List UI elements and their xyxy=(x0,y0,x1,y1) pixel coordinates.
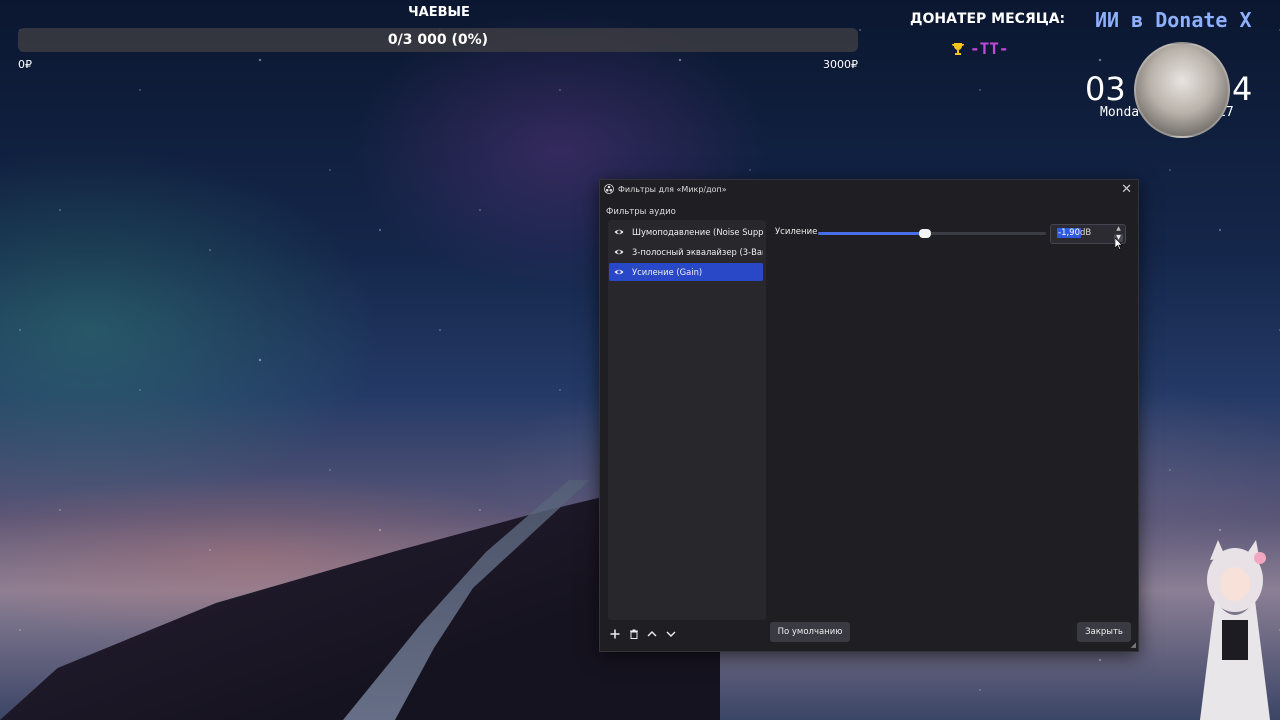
plus-icon xyxy=(610,629,620,639)
filter-label: Усиление (Gain) xyxy=(632,267,703,277)
streamer-avatar xyxy=(1134,42,1230,138)
resize-grip[interactable]: ◢ xyxy=(1131,641,1136,649)
filter-item-noise-suppression[interactable]: Шумоподавление (Noise Suppres xyxy=(609,223,763,241)
anime-girl-image xyxy=(1200,540,1270,720)
eye-icon[interactable] xyxy=(614,267,624,277)
gain-slider-fill xyxy=(818,232,926,235)
gain-unit: dB xyxy=(1080,228,1092,238)
clock-minutes-partial: 4 xyxy=(1232,70,1253,108)
eye-icon[interactable] xyxy=(614,227,624,237)
filter-label: Шумоподавление (Noise Suppres xyxy=(632,227,763,237)
gain-value[interactable]: -1,90 xyxy=(1057,228,1081,238)
filters-dialog: Фильтры для «Микр/доп» ✕ Фильтры аудио Ш… xyxy=(599,179,1139,652)
remove-filter-button[interactable] xyxy=(626,626,642,642)
chevron-up-icon xyxy=(647,631,657,637)
tips-min-label: 0₽ xyxy=(18,58,32,71)
donor-row: -TT- xyxy=(950,39,1009,58)
move-up-button[interactable] xyxy=(644,626,660,642)
trash-icon xyxy=(630,629,638,639)
filter-item-gain[interactable]: Усиление (Gain) xyxy=(609,263,763,281)
dialog-title: Фильтры для «Микр/доп» xyxy=(618,185,727,194)
tips-max-label: 3000₽ xyxy=(823,58,858,71)
mouse-cursor-icon xyxy=(1115,238,1123,250)
close-icon[interactable]: ✕ xyxy=(1121,182,1132,197)
add-filter-button[interactable] xyxy=(607,626,623,642)
audio-filters-label: Фильтры аудио xyxy=(606,207,676,217)
filter-list: Шумоподавление (Noise Suppres 3-полосный… xyxy=(608,220,766,620)
defaults-button[interactable]: По умолчанию xyxy=(770,622,850,642)
clock-hours: 03 xyxy=(1085,70,1126,108)
donor-name: -TT- xyxy=(970,39,1009,58)
gain-slider[interactable] xyxy=(818,229,1046,238)
donor-of-month-title: ДОНАТЕР МЕСЯЦА: xyxy=(910,11,1066,27)
gain-slider-handle[interactable] xyxy=(919,229,932,238)
tips-progress-text: 0/3 000 (0%) xyxy=(387,32,489,48)
trophy-icon xyxy=(952,42,964,55)
close-button[interactable]: Закрыть xyxy=(1077,622,1131,642)
tips-title: ЧАЕВЫЕ xyxy=(408,5,470,20)
chevron-down-icon xyxy=(666,631,676,637)
filter-label: 3-полосный эквалайзер (3-Band xyxy=(632,247,763,257)
dialog-titlebar[interactable]: Фильтры для «Микр/доп» ✕ xyxy=(600,180,1138,198)
obs-icon xyxy=(604,184,614,194)
gain-label: Усиление xyxy=(775,227,818,237)
eye-icon[interactable] xyxy=(614,247,624,257)
tips-progress-bar: 0/3 000 (0%) xyxy=(18,28,858,52)
filter-item-3band-eq[interactable]: 3-полосный эквалайзер (3-Band xyxy=(609,243,763,261)
brand-title: ИИ в Donate X xyxy=(1095,8,1252,32)
date-weekday-partial: Monda xyxy=(1100,105,1140,120)
move-down-button[interactable] xyxy=(663,626,679,642)
chevron-up-icon[interactable]: ▲ xyxy=(1114,225,1123,233)
